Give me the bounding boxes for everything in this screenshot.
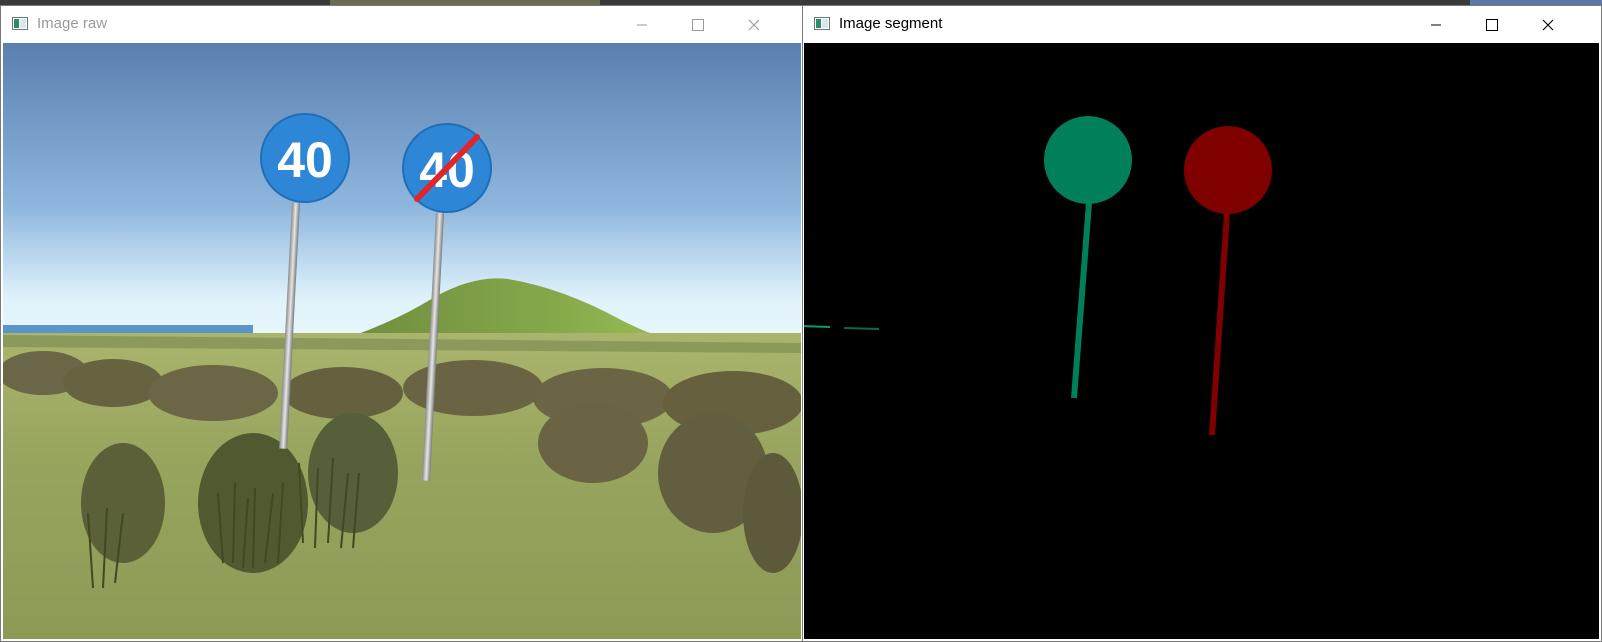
raw-image-view: 40 40	[3, 43, 801, 639]
image-segment-window[interactable]: Image segment	[802, 5, 1602, 642]
minimize-button[interactable]	[1413, 6, 1459, 43]
minimize-button[interactable]	[619, 6, 665, 43]
maximize-icon	[1486, 18, 1498, 31]
segment-image-view	[804, 43, 1599, 639]
close-button[interactable]	[1525, 6, 1571, 43]
maximize-button[interactable]	[1469, 6, 1515, 43]
opencv-window-icon	[12, 17, 28, 30]
sky	[3, 43, 801, 343]
window-titlebar[interactable]: Image raw	[1, 6, 803, 43]
maximize-icon	[692, 18, 704, 31]
close-icon	[1542, 19, 1554, 30]
minimize-icon	[637, 24, 647, 25]
sign-label: 40	[277, 132, 333, 188]
segment-fragment	[843, 327, 880, 330]
window-title: Image segment	[839, 15, 943, 32]
close-button[interactable]	[731, 6, 777, 43]
maximize-button[interactable]	[675, 6, 721, 43]
opencv-window-icon	[814, 17, 830, 30]
minimize-icon	[1431, 24, 1441, 25]
close-icon	[748, 19, 760, 30]
window-title: Image raw	[37, 15, 108, 32]
window-titlebar[interactable]: Image segment	[803, 6, 1601, 43]
image-raw-window[interactable]: Image raw 40	[0, 5, 804, 642]
segment-fragment	[804, 325, 831, 328]
